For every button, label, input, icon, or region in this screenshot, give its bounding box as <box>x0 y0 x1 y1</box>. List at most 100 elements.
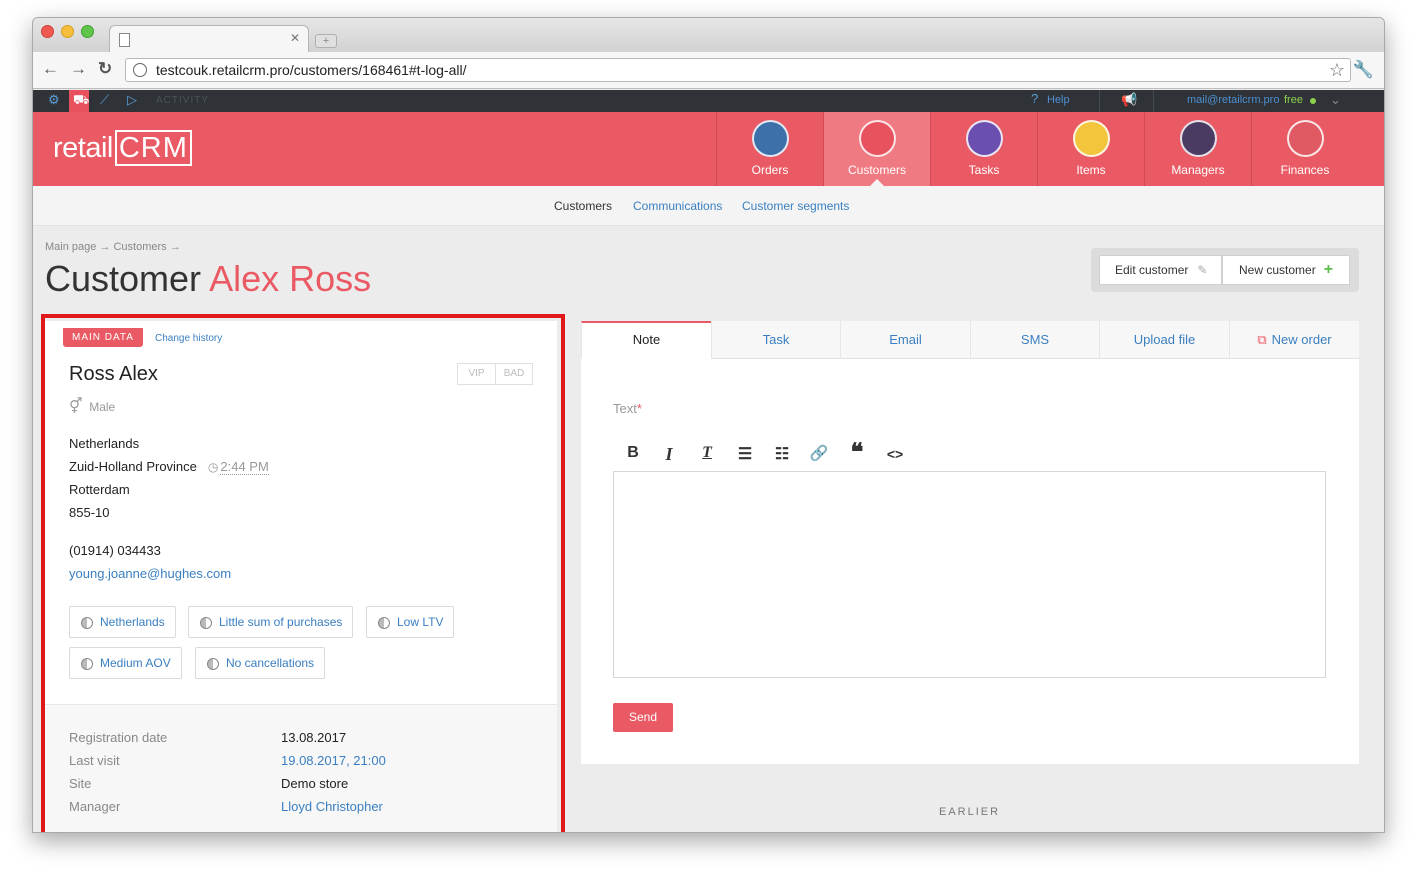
segment-tag[interactable]: No cancellations <box>195 647 326 679</box>
main-data-tab[interactable]: MAIN DATA <box>63 328 143 347</box>
app-header: retail CRM Orders Customers Tasks Items Manag… <box>33 112 1384 186</box>
browser-window: ✕ + ← → ↻ testcouk.retailcrm.pro/custome… <box>32 17 1385 833</box>
last-visit-value[interactable]: 19.08.2017, 21:00 <box>281 753 386 768</box>
quote-icon[interactable]: ❝ <box>846 438 868 467</box>
new-tab-button[interactable]: + <box>315 34 337 48</box>
retailcrm-logo[interactable]: retail CRM <box>53 130 192 166</box>
divider <box>1099 90 1100 112</box>
local-time: 2:44 PM <box>220 459 269 475</box>
country: Netherlands <box>69 436 140 451</box>
segment-tag[interactable]: Low LTV <box>366 606 455 638</box>
tab-sms[interactable]: SMS <box>970 321 1099 359</box>
province: Zuid-Holland Province ◷ 2:44 PM <box>69 459 269 475</box>
external-link-icon: ⧉ <box>1257 332 1267 347</box>
menu-item-label: Orders <box>751 163 789 177</box>
activity-label[interactable]: ACTIVITY <box>156 95 209 106</box>
bookmark-star-icon[interactable]: ☆ <box>1329 60 1345 81</box>
last-visit-label: Last visit <box>69 753 120 768</box>
text-field-label: Text* <box>613 401 642 416</box>
bad-badge[interactable]: BAD <box>495 364 532 384</box>
analytics-chart-icon[interactable]: ⟋ <box>100 92 109 108</box>
subnav-customers[interactable]: Customers <box>554 199 613 228</box>
send-button[interactable]: Send <box>613 703 673 732</box>
menu-item-label: Customers <box>847 163 906 177</box>
tab-new-order[interactable]: ⧉ New order <box>1229 321 1359 359</box>
plan-label: free <box>1284 94 1303 106</box>
globe-icon <box>133 63 147 77</box>
url-text: testcouk.retailcrm.pro/customers/168461#… <box>156 62 467 78</box>
tasks-list-icon <box>966 120 1003 157</box>
address-bar[interactable]: testcouk.retailcrm.pro/customers/168461#… <box>125 58 1351 82</box>
tab-note[interactable]: Note <box>581 321 711 359</box>
postcode: 855-10 <box>69 505 110 520</box>
menu-item-label: Managers <box>1171 163 1225 177</box>
close-tab-icon[interactable]: ✕ <box>290 31 300 45</box>
subnav-customer-segments[interactable]: Customer segments <box>742 199 849 213</box>
edit-customer-button[interactable]: Edit customer ✎ <box>1099 255 1222 285</box>
settings-gear-icon[interactable]: ⚙ <box>48 92 60 108</box>
edit-icon: ✎ <box>1197 263 1208 277</box>
page-content: Main page → Customers → Customer Alex Ro… <box>33 226 1384 832</box>
cart-icon: ⛟ <box>73 92 90 107</box>
tab-task[interactable]: Task <box>711 321 840 359</box>
link-icon[interactable]: 🔗 <box>808 444 830 462</box>
code-icon[interactable]: <> <box>884 446 906 462</box>
segment-tag[interactable]: Little sum of purchases <box>188 606 354 638</box>
forward-arrow-icon[interactable]: → <box>70 60 87 78</box>
manager-value[interactable]: Lloyd Christopher <box>281 799 383 814</box>
box-icon <box>1073 120 1110 157</box>
composer-tabs: Note Task Email SMS Upload file ⧉ New ord… <box>581 321 1359 359</box>
italic-icon[interactable]: I <box>658 444 680 465</box>
vip-badge[interactable]: VIP <box>458 364 495 384</box>
bullet-list-icon[interactable]: ☰ <box>734 444 756 464</box>
clear-format-icon[interactable]: T <box>696 444 718 462</box>
segment-tag[interactable]: Medium AOV <box>69 647 182 679</box>
page-title: Customer Alex Ross <box>45 258 372 299</box>
menu-item-label: Tasks <box>968 163 1000 177</box>
minimize-window-button[interactable] <box>61 25 74 38</box>
change-history-link[interactable]: Change history <box>155 333 222 344</box>
menu-item-orders[interactable]: Orders <box>716 112 823 186</box>
wrench-icon[interactable]: 🔧 <box>1353 60 1374 80</box>
help-link[interactable]: Help <box>1047 94 1070 106</box>
numbered-list-icon[interactable]: ☷ <box>771 444 793 464</box>
new-customer-button[interactable]: New customer + <box>1222 255 1350 285</box>
account-email[interactable]: mail@retailcrm.pro <box>1187 94 1279 106</box>
chevron-down-icon[interactable]: ⌄ <box>1330 92 1341 108</box>
manager-avatar-icon <box>1180 120 1217 157</box>
menu-item-customers[interactable]: Customers <box>823 112 930 186</box>
note-text-editor[interactable] <box>613 471 1326 678</box>
menu-item-items[interactable]: Items <box>1037 112 1144 186</box>
bold-icon[interactable]: B <box>622 444 644 462</box>
megaphone-icon[interactable]: 📢 <box>1121 92 1137 108</box>
zoom-window-button[interactable] <box>81 25 94 38</box>
browser-tab[interactable]: ✕ <box>109 25 309 53</box>
segment-tag[interactable]: Netherlands <box>69 606 176 638</box>
plus-icon: + <box>1323 261 1334 278</box>
reload-icon[interactable]: ↻ <box>98 60 112 78</box>
gender-icon: ⚥ <box>69 398 83 415</box>
active-indicator <box>870 179 884 186</box>
email-link[interactable]: young.joanne@hughes.com <box>69 566 231 581</box>
close-window-button[interactable] <box>41 25 54 38</box>
tab-email[interactable]: Email <box>840 321 970 359</box>
menu-item-tasks[interactable]: Tasks <box>930 112 1037 186</box>
site-value: Demo store <box>281 776 349 791</box>
finance-doc-icon <box>1287 120 1324 157</box>
breadcrumb[interactable]: Main page → Customers → <box>45 241 181 253</box>
customer-avatar-icon <box>859 120 896 157</box>
activity-composer: Note Task Email SMS Upload file ⧉ New ord… <box>581 321 1359 764</box>
subnav-communications[interactable]: Communications <box>633 199 722 213</box>
registration-date-label: Registration date <box>69 730 168 745</box>
help-circle-icon[interactable]: ? <box>1031 91 1038 106</box>
customer-badges: VIP BAD <box>457 363 533 385</box>
menu-item-managers[interactable]: Managers <box>1144 112 1251 186</box>
page-icon <box>119 33 130 47</box>
tab-upload-file[interactable]: Upload file <box>1099 321 1229 359</box>
back-arrow-icon[interactable]: ← <box>42 60 59 78</box>
earlier-section-label: EARLIER <box>939 806 1001 818</box>
gender: ⚥ Male <box>69 398 116 415</box>
cart-icon <box>752 120 789 157</box>
menu-item-finances[interactable]: Finances <box>1251 112 1358 186</box>
play-icon[interactable]: ▷ <box>127 92 137 108</box>
